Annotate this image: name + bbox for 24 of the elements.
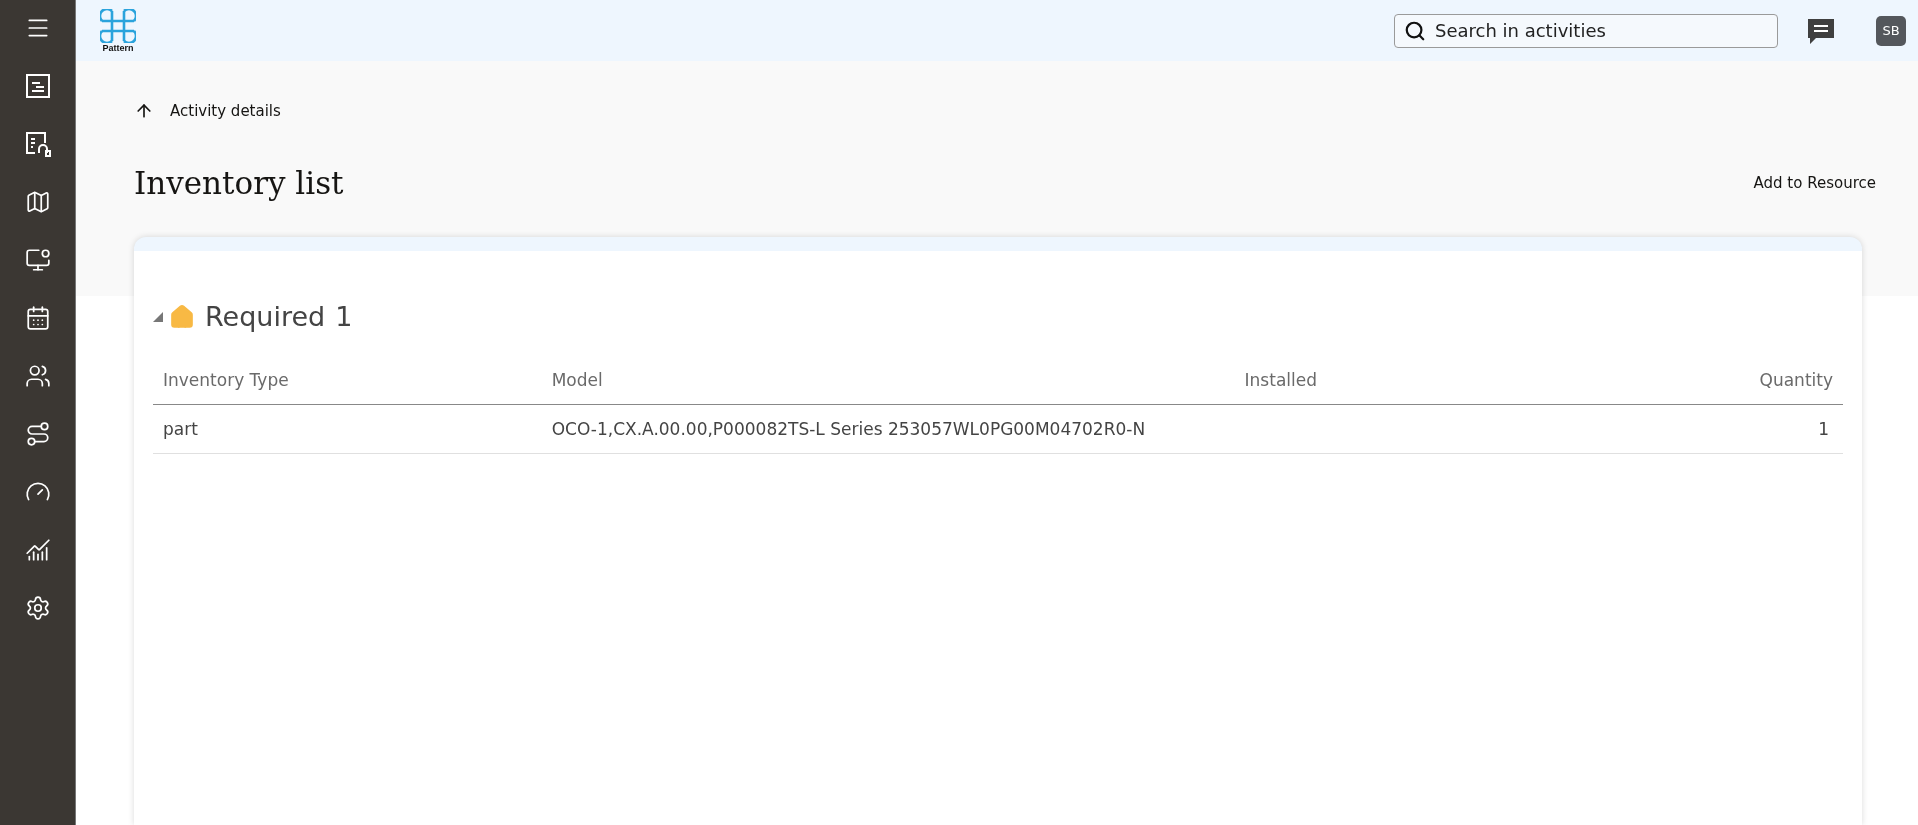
dispatch-icon[interactable] [23,130,52,158]
back-link[interactable]: Activity details [134,101,281,121]
search-icon [1404,19,1426,42]
table-cell: 1 [1537,404,1843,454]
list-icon[interactable] [23,72,52,100]
monitor-icon[interactable] [23,246,52,274]
table-cell: part [153,404,542,454]
page-title: Inventory list [134,165,344,201]
home-icon [169,303,195,330]
logo-icon [100,8,136,43]
expand-caret-icon[interactable] [153,311,163,322]
user-avatar[interactable]: SB [1876,15,1906,46]
add-to-resource-link[interactable]: Add to Resource [1753,174,1876,192]
logo-text: Pattern [102,42,134,53]
section-count: 1 [335,301,353,332]
search-field[interactable]: Search in activities [1394,13,1778,48]
people-icon[interactable] [23,362,52,390]
section-title: Required [205,301,326,332]
column-header[interactable]: Model [541,356,1235,405]
column-header[interactable]: Inventory Type [153,356,542,405]
column-header[interactable]: Installed [1234,356,1538,405]
column-header[interactable]: Quantity [1537,356,1843,405]
table-cell: OCO-1,CX.A.00.00,P000082TS-L Series 253057WL0PG00M04702R0-N [541,404,1235,454]
chart-icon[interactable] [23,536,52,564]
